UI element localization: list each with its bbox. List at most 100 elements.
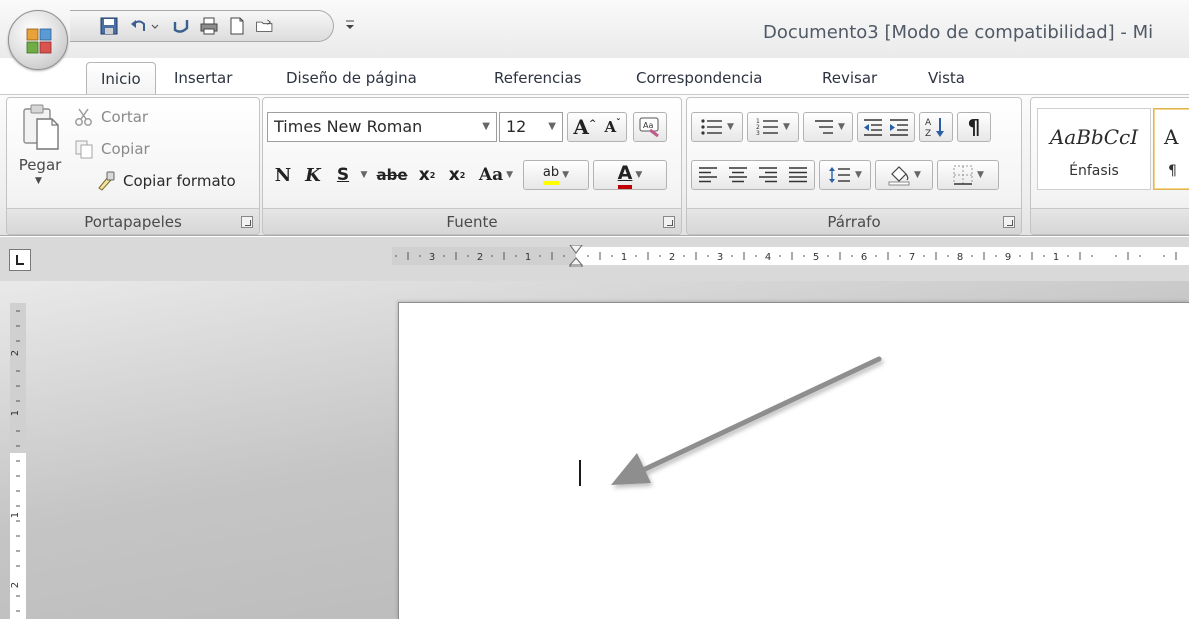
redo-icon[interactable] (170, 15, 192, 37)
bold-button[interactable]: N (269, 160, 297, 190)
styles-group: AaBbCcI Énfasis A ¶ (1030, 97, 1189, 235)
tab-insertar[interactable]: Insertar (174, 62, 232, 94)
ruler-label: 3 (429, 252, 435, 263)
ruler-row: 3 2 1 1 2 3 4 5 6 7 8 9 1 (0, 237, 1189, 281)
document-workspace: 2 1 1 2 (0, 281, 1189, 619)
grow-shrink-font-buttons: A^ Aˇ (567, 112, 627, 142)
shading-bucket-icon (888, 166, 910, 186)
increase-indent-icon[interactable] (888, 117, 910, 137)
paste-label: Pegar (18, 156, 62, 174)
clear-formatting-icon: Aa (639, 117, 659, 138)
document-page[interactable] (398, 302, 1189, 619)
font-size-combo[interactable]: 12 ▼ (499, 112, 563, 142)
grow-font-button[interactable]: A^ (573, 115, 596, 139)
ribbon-tabs: Inicio Insertar Diseño de página Referen… (70, 58, 1189, 94)
tab-diseno-de-pagina[interactable]: Diseño de página (286, 62, 417, 94)
multilevel-list-icon (815, 120, 834, 134)
clipboard-dialog-launcher-icon[interactable] (241, 216, 253, 228)
undo-icon[interactable] (128, 15, 150, 37)
tab-inicio[interactable]: Inicio (86, 62, 156, 94)
format-painter-icon (98, 171, 115, 191)
font-size-dropdown-icon[interactable]: ▼ (548, 113, 556, 141)
copy-icon (75, 140, 93, 159)
align-center-icon[interactable] (727, 166, 749, 184)
open-folder-icon[interactable] (252, 15, 278, 37)
save-icon[interactable] (98, 15, 120, 37)
bullets-icon (701, 119, 723, 135)
tab-correspondencia[interactable]: Correspondencia (636, 62, 763, 94)
bullets-button[interactable]: ▼ (691, 112, 743, 142)
format-painter-button[interactable]: Copiar formato (95, 168, 236, 194)
svg-text:Aa: Aa (643, 121, 653, 130)
strikethrough-button[interactable]: abe (373, 160, 411, 190)
vertical-ruler-label: 2 (10, 582, 21, 588)
word-window: Documento3 [Modo de compatibilidad] - Mi… (0, 0, 1189, 619)
left-indent-marker[interactable] (569, 264, 583, 267)
ruler-label: 1 (1053, 252, 1059, 263)
font-family-combo[interactable]: Times New Roman ▼ (267, 112, 497, 142)
copy-button[interactable]: Copiar (73, 136, 150, 162)
justify-icon[interactable] (787, 166, 809, 184)
italic-button[interactable]: K (299, 160, 327, 190)
paragraph-dialog-launcher-icon[interactable] (1003, 216, 1015, 228)
decrease-indent-icon[interactable] (862, 117, 884, 137)
ruler-label: 5 (813, 252, 819, 263)
print-icon[interactable] (198, 15, 220, 37)
numbering-icon: 1 2 3 (756, 118, 779, 137)
paste-dropdown-icon[interactable]: ▼ (35, 176, 42, 186)
subscript-button[interactable]: x2 (413, 160, 441, 190)
style-enfasis[interactable]: AaBbCcI Énfasis (1037, 108, 1151, 190)
highlight-label: ab (542, 165, 560, 180)
font-dialog-launcher-icon[interactable] (663, 216, 675, 228)
office-button[interactable] (8, 10, 68, 70)
vertical-ruler-label: 1 (10, 512, 21, 518)
tab-revisar[interactable]: Revisar (822, 62, 877, 94)
align-left-icon[interactable] (697, 166, 719, 184)
shrink-font-button[interactable]: Aˇ (604, 118, 620, 136)
undo-dropdown-icon[interactable] (150, 15, 160, 37)
paste-icon (23, 104, 59, 150)
tab-vista[interactable]: Vista (928, 62, 965, 94)
borders-button[interactable]: ▼ (937, 160, 999, 190)
copy-label: Copiar (101, 140, 150, 158)
line-spacing-icon (829, 167, 851, 183)
paste-button[interactable]: Pegar ▼ (13, 102, 67, 192)
ruler-label: 2 (477, 252, 483, 263)
vertical-ruler-label: 2 (10, 350, 21, 356)
office-logo-icon (26, 28, 52, 54)
style-normal[interactable]: A ¶ (1153, 108, 1189, 190)
font-family-dropdown-icon[interactable]: ▼ (482, 113, 490, 141)
horizontal-ruler[interactable]: 3 2 1 1 2 3 4 5 6 7 8 9 1 (392, 245, 1189, 267)
shrink-font-label: A (604, 118, 617, 136)
subscript-label: x (418, 165, 430, 185)
clear-formatting-button[interactable]: Aa (633, 112, 667, 142)
change-case-button[interactable]: Aa ▼ (473, 160, 519, 190)
numbering-button[interactable]: 1 2 3 ▼ (747, 112, 799, 142)
multilevel-list-button[interactable]: ▼ (803, 112, 853, 142)
vertical-ruler[interactable]: 2 1 1 2 (8, 303, 28, 619)
customize-qat-icon[interactable] (342, 17, 358, 33)
borders-icon (953, 165, 973, 185)
font-color-button[interactable]: A ▼ (593, 160, 667, 190)
grow-font-label: A (573, 115, 589, 139)
paragraph-group-label: Párrafo (687, 208, 1021, 234)
vertical-ruler-label: 1 (10, 410, 21, 416)
line-spacing-button[interactable]: ▼ (819, 160, 871, 190)
ruler-label: 4 (765, 252, 771, 263)
font-group: Times New Roman ▼ 12 ▼ A^ Aˇ Aa N K S ▼ … (262, 97, 682, 235)
cut-button[interactable]: Cortar (73, 104, 148, 130)
sort-button[interactable]: A Z (919, 112, 953, 142)
highlight-button[interactable]: ab ▼ (523, 160, 589, 190)
new-document-icon[interactable] (226, 15, 248, 37)
clipboard-group: Pegar ▼ Cortar Copiar Copiar formato Por… (6, 97, 260, 235)
superscript-label: x (448, 165, 460, 185)
underline-dropdown-icon[interactable]: ▼ (357, 160, 371, 190)
superscript-button[interactable]: x2 (443, 160, 471, 190)
shading-button[interactable]: ▼ (875, 160, 933, 190)
underline-button[interactable]: S (329, 160, 357, 190)
tab-stop-selector[interactable] (9, 249, 31, 271)
tab-referencias[interactable]: Referencias (494, 62, 581, 94)
show-formatting-marks-icon[interactable]: ¶ (957, 112, 991, 142)
highlight-color-bar (542, 181, 560, 185)
align-right-icon[interactable] (757, 166, 779, 184)
